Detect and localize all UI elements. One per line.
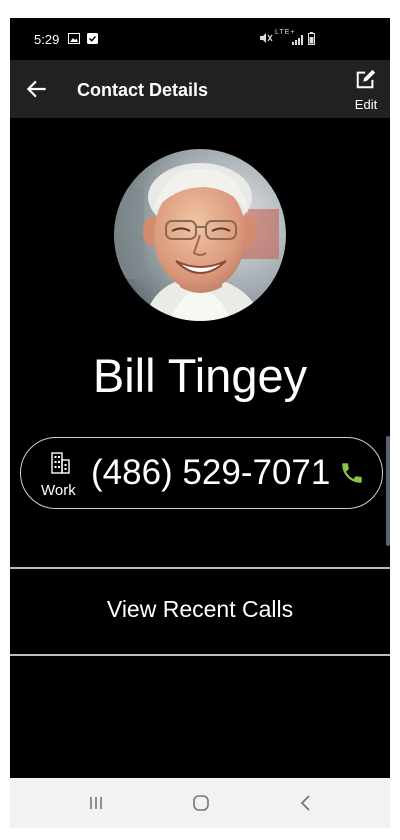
- status-time: 5:29: [34, 32, 60, 47]
- battery-icon: [308, 32, 315, 45]
- home-icon[interactable]: [189, 791, 213, 815]
- phone-type-label: Work: [41, 482, 76, 499]
- status-bar: 5:29 LTE+: [10, 18, 390, 60]
- phone-call-icon[interactable]: [339, 460, 365, 486]
- back-nav-icon[interactable]: [294, 791, 318, 815]
- system-nav-bar: [10, 778, 390, 828]
- edit-icon: [356, 69, 376, 89]
- mute-icon: [260, 33, 273, 43]
- gallery-notification-icon: [68, 33, 80, 44]
- check-notification-icon: [87, 33, 98, 44]
- back-arrow-icon[interactable]: [24, 76, 50, 102]
- app-bar: Contact Details Edit: [10, 60, 390, 118]
- avatar: [114, 149, 286, 321]
- building-icon: [51, 452, 70, 474]
- view-recent-calls-button[interactable]: View Recent Calls: [10, 596, 390, 623]
- edit-label: Edit: [354, 97, 378, 112]
- screen: 5:29 LTE+ Contact Details Edit Bill Ting…: [10, 18, 390, 828]
- edit-button[interactable]: Edit: [346, 68, 386, 112]
- divider-top: [10, 567, 390, 569]
- scrollbar[interactable]: [386, 436, 390, 546]
- signal-icon: [292, 35, 303, 45]
- phone-number-row[interactable]: Work (486) 529-7071: [20, 437, 383, 509]
- contact-photo: [114, 149, 286, 321]
- page-title: Contact Details: [77, 80, 209, 100]
- recents-icon[interactable]: [84, 791, 108, 815]
- divider-bottom: [10, 654, 390, 656]
- contact-name: Bill Tingey: [92, 349, 308, 402]
- phone-number[interactable]: (486) 529-7071: [91, 453, 330, 493]
